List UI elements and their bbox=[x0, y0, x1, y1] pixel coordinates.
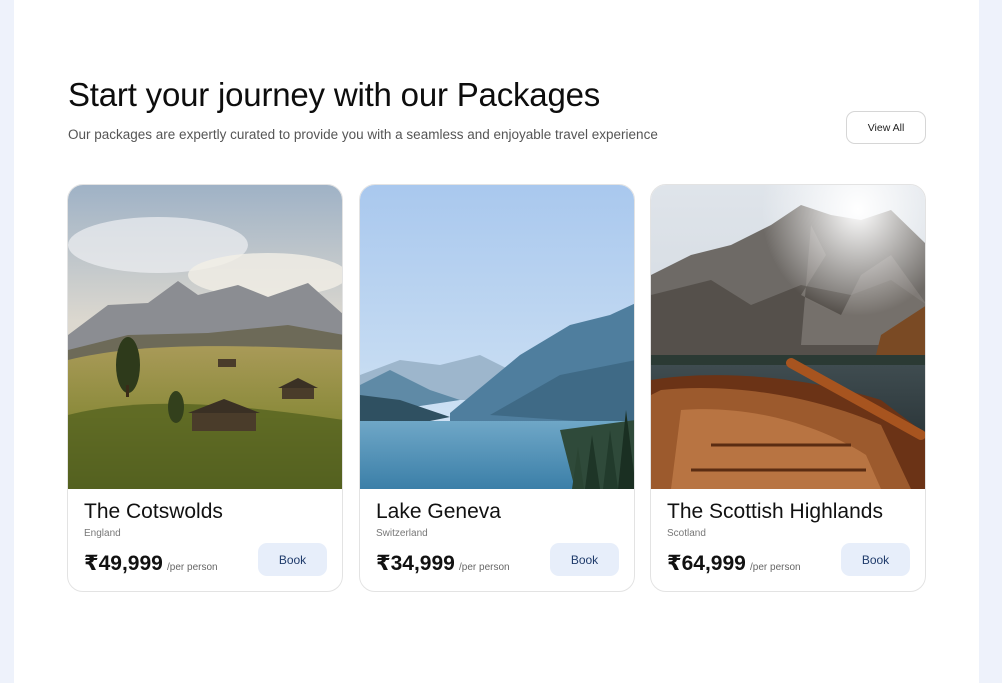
package-country: Scotland bbox=[667, 528, 706, 539]
package-name: Lake Geneva bbox=[376, 500, 501, 523]
package-country: Switzerland bbox=[376, 528, 428, 539]
price-unit: /per person bbox=[750, 562, 801, 573]
package-card-scottish-highlands[interactable]: The Scottish Highlands Scotland ₹64,999 … bbox=[650, 184, 926, 592]
price-unit: /per person bbox=[167, 562, 218, 573]
price-unit: /per person bbox=[459, 562, 510, 573]
package-price: ₹49,999 bbox=[84, 552, 163, 575]
package-price: ₹34,999 bbox=[376, 552, 455, 575]
package-card-lake-geneva[interactable]: Lake Geneva Switzerland ₹34,999 /per per… bbox=[359, 184, 635, 592]
book-button[interactable]: Book bbox=[550, 543, 619, 576]
lake-geneva-photo bbox=[360, 185, 634, 489]
section-subtitle: Our packages are expertly curated to pro… bbox=[68, 127, 658, 142]
book-button[interactable]: Book bbox=[841, 543, 910, 576]
packages-section: Start your journey with our Packages Our… bbox=[14, 0, 979, 683]
section-title: Start your journey with our Packages bbox=[68, 76, 601, 113]
package-name: The Cotswolds bbox=[84, 500, 223, 523]
book-button[interactable]: Book bbox=[258, 543, 327, 576]
package-price: ₹64,999 bbox=[667, 552, 746, 575]
scottish-highlands-photo bbox=[651, 185, 925, 489]
package-country: England bbox=[84, 528, 121, 539]
package-card-cotswolds[interactable]: The Cotswolds England ₹49,999 /per perso… bbox=[67, 184, 343, 592]
package-name: The Scottish Highlands bbox=[667, 500, 883, 523]
view-all-button[interactable]: View All bbox=[846, 111, 926, 144]
cotswolds-photo bbox=[68, 185, 342, 489]
